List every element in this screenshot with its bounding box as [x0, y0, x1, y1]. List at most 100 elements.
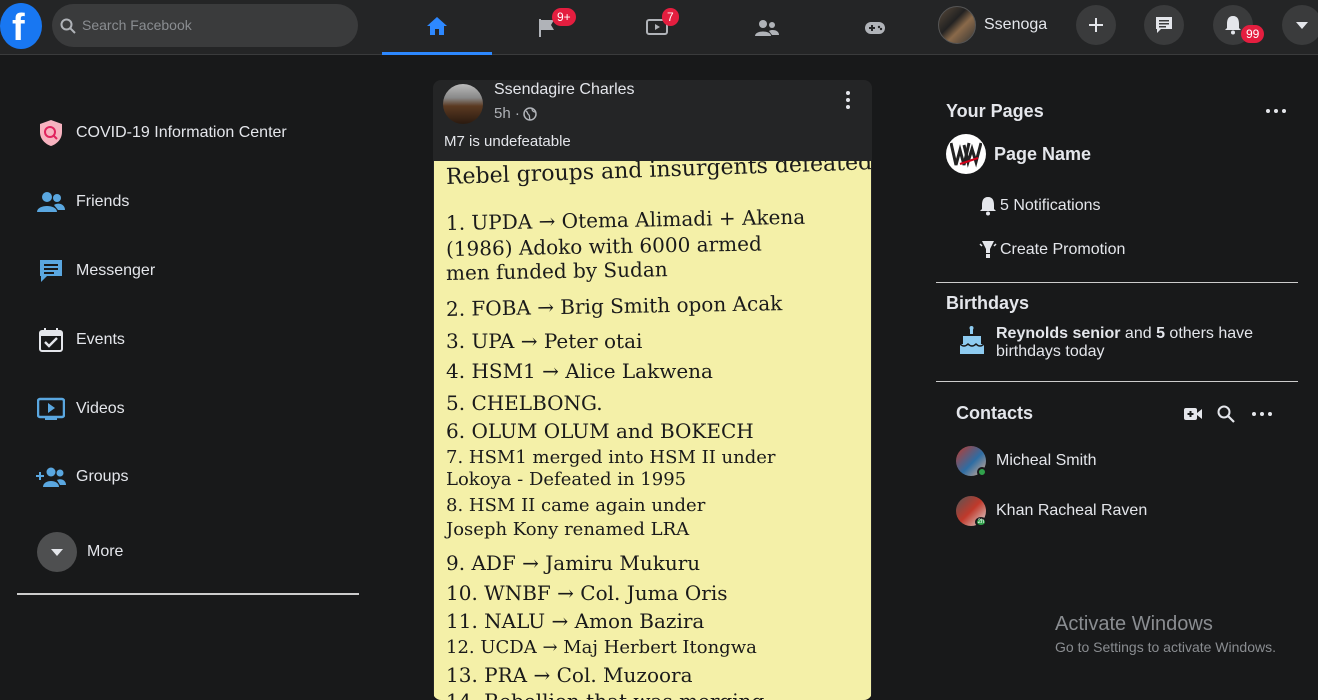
birthday-and: and	[1120, 325, 1157, 342]
pages-badge: 9+	[552, 8, 576, 26]
page-logo[interactable]	[946, 134, 986, 174]
image-line: 12. UCDA → Maj Herbert Itongwa	[446, 637, 757, 658]
image-line: 13. PRA → Col. Muzoora	[446, 663, 693, 687]
notifications-button[interactable]: 99	[1213, 5, 1265, 45]
last-active-badge: 2h	[975, 517, 987, 527]
sidebar-item-label: Friends	[76, 193, 130, 210]
activate-windows-title: Activate Windows	[1055, 613, 1213, 635]
sidebar-item-label: Messenger	[76, 262, 156, 279]
search-input[interactable]	[82, 14, 342, 36]
wwe-logo-icon	[950, 142, 982, 168]
chevron-down-icon	[51, 549, 63, 556]
globe-icon	[523, 106, 537, 121]
post-time[interactable]: 5h ·	[494, 105, 520, 122]
birthday-count: 5	[1156, 325, 1165, 342]
top-navigation-bar: f 9+ 7 Ssenoga 99	[0, 0, 1318, 55]
sidebar-item-label: Events	[76, 331, 125, 348]
sidebar-divider	[936, 282, 1298, 283]
image-line: 11. NALU → Amon Bazira	[446, 609, 705, 633]
sidebar-more-label: More	[87, 543, 124, 560]
tab-watch[interactable]: 7	[602, 0, 712, 55]
page-name[interactable]: Page Name	[994, 144, 1091, 165]
messenger-button[interactable]	[1144, 5, 1184, 45]
sidebar-more-button[interactable]: More	[37, 532, 123, 572]
image-line: (1986) Adoko with 6000 armed	[445, 231, 762, 261]
page-notifications-link[interactable]: 5 Notifications	[979, 196, 1101, 216]
sidebar-item-groups[interactable]: Groups	[36, 462, 128, 492]
more-circle	[37, 532, 77, 572]
post-meta: 5h ·	[494, 105, 537, 122]
profile-name: Ssenoga	[984, 16, 1048, 33]
post-text: M7 is undefeatable	[444, 133, 571, 150]
image-line: 4. HSM1 → Alice Lakwena	[446, 359, 713, 383]
contact-avatar: 2h	[956, 496, 987, 527]
sidebar-item-label: COVID-19 Information Center	[76, 124, 287, 141]
watch-badge: 7	[662, 8, 679, 26]
plus-icon	[1089, 18, 1103, 32]
bell-icon	[980, 197, 996, 216]
sidebar-item-videos[interactable]: Videos	[36, 394, 125, 424]
image-line: 2. FOBA → Brig Smith opon Acak	[445, 291, 783, 321]
gamepad-icon	[865, 21, 885, 34]
image-line: 3. UPA → Peter otai	[446, 329, 643, 353]
tab-gaming[interactable]	[820, 0, 930, 55]
tab-pages[interactable]: 9+	[492, 0, 602, 55]
account-menu-button[interactable]	[1282, 5, 1318, 45]
profile-avatar	[938, 6, 976, 44]
create-promotion-link[interactable]: Create Promotion	[979, 240, 1125, 260]
image-line: Lokoya - Defeated in 1995	[446, 469, 687, 490]
bell-icon	[1225, 16, 1241, 35]
friends-icon	[755, 19, 779, 36]
image-line: 5. CHELBONG.	[446, 391, 603, 415]
sidebar-divider	[17, 593, 359, 595]
caret-down-icon	[1296, 22, 1308, 29]
contact-name: Khan Racheal Raven	[996, 502, 1148, 519]
birthdays-title: Birthdays	[946, 293, 1030, 313]
profile-chip[interactable]: Ssenoga	[938, 6, 1047, 44]
video-icon	[36, 394, 66, 424]
image-line: 10. WNBF → Col. Juma Oris	[446, 581, 728, 605]
sidebar-item-messenger[interactable]: Messenger	[36, 256, 155, 286]
feed-post: Ssendagire Charles 5h · M7 is undefeatab…	[433, 80, 872, 700]
tab-friends[interactable]	[712, 0, 822, 55]
logo-letter: f	[12, 7, 25, 49]
facebook-logo[interactable]: f	[0, 3, 42, 49]
sidebar-item-friends[interactable]: Friends	[36, 187, 129, 217]
sidebar-item-events[interactable]: Events	[36, 325, 125, 355]
post-options-icon[interactable]	[838, 90, 858, 110]
megaphone-icon	[979, 241, 997, 258]
birthday-person: Reynolds senior	[996, 325, 1121, 342]
image-line: 8. HSM II came again under	[446, 495, 706, 516]
covid-shield-icon	[36, 118, 66, 148]
post-author-avatar[interactable]	[443, 84, 483, 124]
search-icon	[60, 18, 76, 34]
more-options-icon[interactable]	[1251, 410, 1273, 418]
birthday-text[interactable]: Reynolds senior and 5 others have birthd…	[996, 325, 1276, 361]
contact-item[interactable]: 2h Khan Racheal Raven	[956, 496, 1148, 527]
sidebar-item-label: Groups	[76, 468, 129, 485]
more-options-icon[interactable]	[1265, 107, 1287, 115]
create-button[interactable]	[1076, 5, 1116, 45]
sidebar-item-covid[interactable]: COVID-19 Information Center	[36, 118, 287, 148]
search-icon[interactable]	[1217, 405, 1235, 423]
tab-home[interactable]	[382, 0, 492, 55]
image-line: 6. OLUM OLUM and BOKECH	[446, 419, 754, 443]
online-indicator	[977, 467, 987, 477]
messenger-icon	[36, 256, 66, 286]
your-pages-title: Your Pages	[946, 101, 1044, 121]
groups-icon	[36, 462, 66, 492]
image-line: men funded by Sudan	[445, 257, 668, 285]
home-icon	[427, 17, 447, 35]
image-line: 1. UPDA → Otema Alimadi + Akena	[445, 204, 806, 235]
contacts-title: Contacts	[956, 403, 1034, 423]
sidebar-item-label: Videos	[76, 400, 125, 417]
image-line: 14. Rebellion that was merging	[446, 689, 764, 700]
messenger-icon	[1156, 17, 1172, 33]
search-box[interactable]	[52, 4, 358, 47]
new-room-video-icon[interactable]	[1183, 406, 1203, 422]
post-author-name[interactable]: Ssendagire Charles	[494, 81, 635, 99]
contact-item[interactable]: Micheal Smith	[956, 446, 1096, 477]
post-image-handwritten-list[interactable]: Rebel groups and insurgents defeated 1. …	[434, 161, 871, 700]
create-promotion-label: Create Promotion	[1000, 241, 1126, 258]
friends-icon	[36, 187, 66, 217]
